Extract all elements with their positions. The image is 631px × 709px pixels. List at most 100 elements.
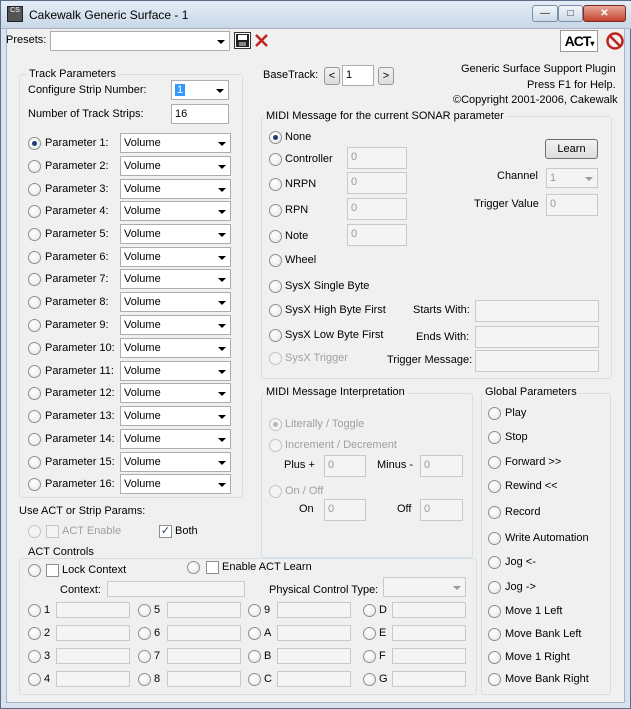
parameter-radio[interactable] bbox=[28, 228, 41, 241]
parameter-radio[interactable] bbox=[28, 273, 41, 286]
parameter-combo[interactable]: Volume bbox=[120, 452, 231, 472]
nrpn-input[interactable]: 0 bbox=[347, 172, 407, 194]
parameter-radio[interactable] bbox=[28, 137, 41, 150]
act-control-radio[interactable] bbox=[363, 604, 376, 617]
basetrack-next-button[interactable]: > bbox=[378, 67, 394, 85]
act-control-radio[interactable] bbox=[363, 650, 376, 663]
sysx-high-radio[interactable] bbox=[269, 304, 282, 317]
close-button[interactable]: ✕ bbox=[583, 5, 626, 22]
controller-input[interactable]: 0 bbox=[347, 147, 407, 169]
parameter-radio[interactable] bbox=[28, 342, 41, 355]
ends-with-input[interactable] bbox=[475, 326, 599, 348]
global-param-radio[interactable] bbox=[488, 506, 501, 519]
global-param-radio[interactable] bbox=[488, 407, 501, 420]
parameter-radio[interactable] bbox=[28, 478, 41, 491]
act-control-radio[interactable] bbox=[138, 604, 151, 617]
act-control-radio[interactable] bbox=[28, 627, 41, 640]
act-control-input[interactable] bbox=[277, 648, 351, 664]
parameter-combo[interactable]: Volume bbox=[120, 429, 231, 449]
lock-context-radio[interactable] bbox=[28, 564, 41, 577]
act-control-input[interactable] bbox=[277, 671, 351, 687]
global-param-radio[interactable] bbox=[488, 581, 501, 594]
disable-button[interactable] bbox=[605, 31, 625, 51]
act-control-input[interactable] bbox=[392, 625, 466, 641]
act-control-radio[interactable] bbox=[138, 627, 151, 640]
act-control-radio[interactable] bbox=[138, 650, 151, 663]
delete-preset-button[interactable] bbox=[253, 32, 270, 49]
parameter-combo[interactable]: Volume bbox=[120, 315, 231, 335]
parameter-combo[interactable]: Volume bbox=[120, 247, 231, 267]
title-bar[interactable]: CS Cakewalk Generic Surface - 1 ― □ ✕ bbox=[1, 1, 631, 29]
global-param-radio[interactable] bbox=[488, 456, 501, 469]
channel-combo[interactable]: 1 bbox=[546, 168, 598, 188]
sysx-trigger-radio[interactable] bbox=[269, 352, 282, 365]
minimize-button[interactable]: ― bbox=[532, 5, 558, 22]
presets-combo[interactable] bbox=[50, 31, 230, 51]
parameter-combo[interactable]: Volume bbox=[120, 201, 231, 221]
act-control-input[interactable] bbox=[56, 648, 130, 664]
parameter-radio[interactable] bbox=[28, 387, 41, 400]
parameter-combo[interactable]: Volume bbox=[120, 133, 231, 153]
parameter-radio[interactable] bbox=[28, 251, 41, 264]
act-control-radio[interactable] bbox=[248, 673, 261, 686]
act-control-input[interactable] bbox=[392, 671, 466, 687]
save-preset-button[interactable] bbox=[234, 32, 251, 49]
act-button[interactable]: ACT▾ bbox=[560, 30, 598, 52]
parameter-combo[interactable]: Volume bbox=[120, 361, 231, 381]
note-radio[interactable] bbox=[269, 230, 282, 243]
parameter-combo[interactable]: Volume bbox=[120, 338, 231, 358]
parameter-combo[interactable]: Volume bbox=[120, 224, 231, 244]
lock-context-checkbox[interactable] bbox=[46, 564, 59, 577]
minus-input[interactable]: 0 bbox=[420, 455, 463, 477]
trigger-message-input[interactable] bbox=[475, 350, 599, 372]
wheel-radio[interactable] bbox=[269, 254, 282, 267]
num-strips-input[interactable]: 16 bbox=[171, 104, 229, 124]
nrpn-radio[interactable] bbox=[269, 178, 282, 191]
onoff-radio[interactable] bbox=[269, 485, 282, 498]
basetrack-prev-button[interactable]: < bbox=[324, 67, 340, 85]
sysx-low-radio[interactable] bbox=[269, 329, 282, 342]
act-control-radio[interactable] bbox=[248, 604, 261, 617]
parameter-combo[interactable]: Volume bbox=[120, 156, 231, 176]
enable-learn-radio[interactable] bbox=[187, 561, 200, 574]
parameter-radio[interactable] bbox=[28, 205, 41, 218]
literal-radio[interactable] bbox=[269, 418, 282, 431]
act-control-input[interactable] bbox=[392, 602, 466, 618]
act-control-radio[interactable] bbox=[28, 673, 41, 686]
on-input[interactable]: 0 bbox=[324, 499, 366, 521]
off-input[interactable]: 0 bbox=[420, 499, 463, 521]
rpn-input[interactable]: 0 bbox=[347, 198, 407, 220]
act-control-radio[interactable] bbox=[28, 650, 41, 663]
trigger-value-input[interactable]: 0 bbox=[546, 194, 598, 216]
none-radio[interactable] bbox=[269, 131, 282, 144]
global-param-radio[interactable] bbox=[488, 556, 501, 569]
act-control-radio[interactable] bbox=[248, 627, 261, 640]
learn-button[interactable]: Learn bbox=[545, 139, 598, 159]
parameter-radio[interactable] bbox=[28, 410, 41, 423]
parameter-radio[interactable] bbox=[28, 456, 41, 469]
act-enable-checkbox[interactable] bbox=[46, 525, 59, 538]
strip-number-combo[interactable]: 1 bbox=[171, 80, 229, 100]
act-control-input[interactable] bbox=[56, 602, 130, 618]
act-control-input[interactable] bbox=[277, 625, 351, 641]
global-param-radio[interactable] bbox=[488, 673, 501, 686]
parameter-combo[interactable]: Volume bbox=[120, 406, 231, 426]
sysx-single-radio[interactable] bbox=[269, 280, 282, 293]
act-control-radio[interactable] bbox=[363, 627, 376, 640]
parameter-radio[interactable] bbox=[28, 365, 41, 378]
global-param-radio[interactable] bbox=[488, 628, 501, 641]
maximize-button[interactable]: □ bbox=[558, 5, 583, 22]
act-control-input[interactable] bbox=[167, 625, 241, 641]
parameter-combo[interactable]: Volume bbox=[120, 383, 231, 403]
act-control-input[interactable] bbox=[392, 648, 466, 664]
global-param-radio[interactable] bbox=[488, 431, 501, 444]
parameter-radio[interactable] bbox=[28, 319, 41, 332]
act-control-input[interactable] bbox=[167, 602, 241, 618]
global-param-radio[interactable] bbox=[488, 532, 501, 545]
global-param-radio[interactable] bbox=[488, 605, 501, 618]
global-param-radio[interactable] bbox=[488, 651, 501, 664]
rpn-radio[interactable] bbox=[269, 204, 282, 217]
parameter-combo[interactable]: Volume bbox=[120, 474, 231, 494]
act-control-input[interactable] bbox=[56, 625, 130, 641]
both-checkbox[interactable]: ✓ bbox=[159, 525, 172, 538]
